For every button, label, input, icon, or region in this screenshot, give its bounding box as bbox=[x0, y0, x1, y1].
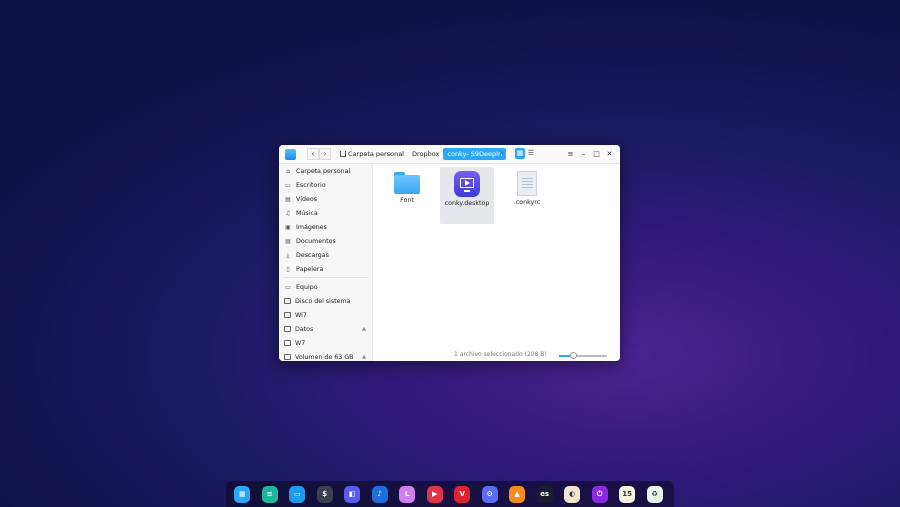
desktop-file-icon bbox=[454, 171, 480, 197]
computer-icon: ▭ bbox=[285, 283, 291, 291]
status-bar: 1 archivo seleccionado (208 B) bbox=[374, 347, 620, 361]
sidebar-divider bbox=[283, 277, 368, 278]
sidebar-item-label: Vídeos bbox=[296, 195, 318, 203]
sidebar-item[interactable]: Disco del sistema bbox=[279, 294, 372, 308]
sidebar-item[interactable]: ▭ Escritorio bbox=[279, 178, 372, 192]
video-icon: ▤ bbox=[285, 195, 291, 203]
store-icon[interactable]: ◧ bbox=[344, 485, 361, 503]
sidebar-item[interactable]: ⤓ Descargas bbox=[279, 248, 372, 262]
sidebar-item-label: Documentos bbox=[296, 237, 336, 245]
terminal-icon[interactable]: $ bbox=[316, 485, 333, 503]
file-manager-icon[interactable]: ▭ bbox=[289, 485, 306, 503]
disk-icon bbox=[284, 298, 291, 304]
eject-icon[interactable]: ▲ bbox=[362, 326, 366, 332]
image-icon: ▣ bbox=[285, 223, 291, 231]
menu-icon[interactable]: ≡ bbox=[564, 148, 577, 161]
dock: ▦ ≡ ▭ $ ◧ ♪ L ▶ V ⚙ ▲ es ◐ ⏻ 15 ♻ bbox=[226, 481, 674, 507]
sidebar-item-label: Equipo bbox=[296, 283, 318, 291]
file-name: .conkyrc bbox=[513, 199, 541, 206]
sidebar-item[interactable]: W7 bbox=[279, 336, 372, 350]
view-mode-toggle: ▦ ☰ bbox=[515, 148, 537, 159]
close-icon[interactable]: ✕ bbox=[603, 148, 616, 161]
sidebar-item[interactable]: Wi7 bbox=[279, 308, 372, 322]
trash-icon: ▯ bbox=[286, 265, 290, 273]
conky-icon[interactable]: es bbox=[536, 485, 553, 503]
music-icon: ♫ bbox=[285, 209, 291, 217]
search-icon[interactable]: ⌕ bbox=[500, 149, 510, 159]
sidebar-item-label: Wi7 bbox=[295, 311, 307, 319]
list-view-icon[interactable]: ☰ bbox=[526, 148, 536, 159]
file-item-text[interactable]: .conkyrc bbox=[500, 171, 554, 211]
document-icon: ▤ bbox=[285, 237, 291, 245]
sidebar-item[interactable]: ▭ Equipo bbox=[279, 280, 372, 294]
theme-icon[interactable]: ◐ bbox=[564, 485, 581, 503]
shutdown-icon[interactable]: ⏻ bbox=[591, 485, 608, 503]
trash-dock-icon[interactable]: ♻ bbox=[646, 485, 663, 503]
file-view: Font conky.desktop .conkyrc 1 archivo se… bbox=[374, 164, 620, 361]
file-manager-app-icon[interactable] bbox=[285, 149, 296, 160]
maximize-icon[interactable]: □ bbox=[590, 148, 603, 161]
calendar-icon[interactable]: 15 bbox=[619, 485, 636, 503]
settings-icon[interactable]: ⚙ bbox=[481, 485, 498, 503]
minimize-icon[interactable]: – bbox=[577, 148, 590, 161]
file-name: Font bbox=[400, 197, 414, 204]
zoom-slider-knob[interactable] bbox=[569, 352, 577, 359]
breadcrumb: Carpeta personal Dropbox conky- S9DeepIn bbox=[336, 148, 507, 160]
sidebar-item[interactable]: ▤ Vídeos bbox=[279, 192, 372, 206]
file-item-desktop[interactable]: conky.desktop bbox=[440, 167, 494, 224]
breadcrumb-label: Carpeta personal bbox=[348, 150, 404, 158]
sidebar-item-label: Descargas bbox=[296, 251, 329, 259]
video-player-icon[interactable]: ▶ bbox=[426, 485, 443, 503]
title-bar: ‹ › Carpeta personal Dropbox conky- S9De… bbox=[279, 145, 620, 164]
folder-icon bbox=[394, 172, 420, 194]
icon-view-icon[interactable]: ▦ bbox=[515, 148, 525, 159]
window-controls: ≡ – □ ✕ bbox=[564, 148, 616, 161]
breadcrumb-dropbox[interactable]: Dropbox bbox=[408, 148, 443, 160]
status-text: 1 archivo seleccionado (208 B) bbox=[454, 351, 547, 358]
sidebar-item-label: Carpeta personal bbox=[296, 167, 351, 175]
home-icon bbox=[340, 151, 346, 157]
sidebar-item[interactable]: Volumen de 63 GB ▲ bbox=[279, 350, 372, 361]
sidebar-item[interactable]: Datos ▲ bbox=[279, 322, 372, 336]
disk-icon bbox=[284, 326, 291, 332]
launcher-icon[interactable]: ▦ bbox=[234, 485, 251, 503]
eject-icon[interactable]: ▲ bbox=[362, 354, 366, 360]
sidebar-item-label: W7 bbox=[295, 339, 306, 347]
sidebar-item[interactable]: ▤ Documentos bbox=[279, 234, 372, 248]
sidebar-item-label: Disco del sistema bbox=[295, 297, 351, 305]
sidebar-item-label: Música bbox=[296, 209, 318, 217]
forward-button[interactable]: › bbox=[319, 148, 331, 160]
zoom-slider[interactable] bbox=[559, 352, 607, 359]
sidebar-item[interactable]: ▯ Papelera bbox=[279, 262, 372, 276]
sidebar: ⌂ Carpeta personal ▭ Escritorio ▤ Vídeos ♫ Músi… bbox=[279, 164, 373, 361]
text-editor-icon[interactable]: L bbox=[399, 485, 416, 503]
multitasking-icon[interactable]: ≡ bbox=[261, 485, 278, 503]
file-name: conky.desktop bbox=[444, 200, 490, 207]
sidebar-item-label: Escritorio bbox=[296, 181, 326, 189]
file-manager-window: ‹ › Carpeta personal Dropbox conky- S9De… bbox=[279, 145, 620, 361]
file-item-folder[interactable]: Font bbox=[380, 172, 434, 212]
sidebar-item[interactable]: ♫ Música bbox=[279, 206, 372, 220]
disk-icon bbox=[284, 340, 291, 346]
text-file-icon bbox=[517, 171, 537, 196]
back-button[interactable]: ‹ bbox=[307, 148, 319, 160]
home-icon: ⌂ bbox=[286, 167, 290, 175]
desktop-icon: ▭ bbox=[285, 181, 291, 189]
disk-icon bbox=[284, 354, 291, 360]
breadcrumb-current[interactable]: conky- S9DeepIn bbox=[443, 148, 507, 160]
breadcrumb-home[interactable]: Carpeta personal bbox=[336, 148, 408, 160]
vlc-icon[interactable]: ▲ bbox=[509, 485, 526, 503]
sidebar-item-label: Datos bbox=[295, 325, 314, 333]
vivaldi-icon[interactable]: V bbox=[454, 485, 471, 503]
navigation-buttons: ‹ › bbox=[307, 148, 331, 160]
download-icon: ⤓ bbox=[286, 251, 290, 259]
music-player-icon[interactable]: ♪ bbox=[371, 485, 388, 503]
sidebar-item[interactable]: ▣ Imágenes bbox=[279, 220, 372, 234]
sidebar-item-label: Imágenes bbox=[296, 223, 327, 231]
sidebar-item[interactable]: ⌂ Carpeta personal bbox=[279, 164, 372, 178]
sidebar-item-label: Volumen de 63 GB bbox=[295, 353, 354, 361]
disk-icon bbox=[284, 312, 291, 318]
sidebar-item-label: Papelera bbox=[296, 265, 324, 273]
